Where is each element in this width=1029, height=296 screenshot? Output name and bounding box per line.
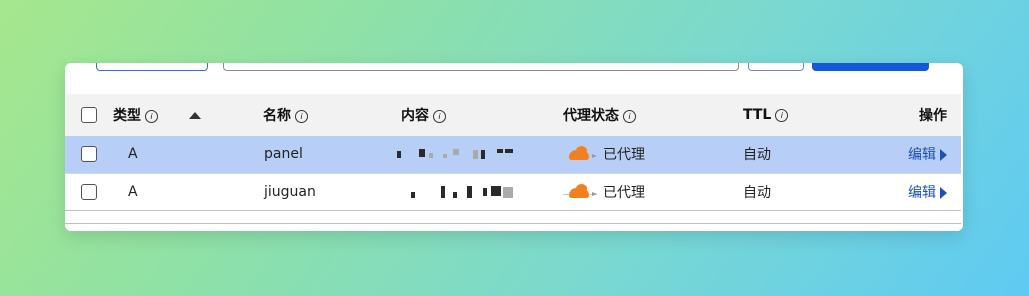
record-content	[397, 136, 563, 173]
proxy-status[interactable]: 已代理	[563, 136, 741, 173]
info-icon[interactable]: i	[775, 108, 789, 122]
type-filter-button[interactable]	[96, 63, 208, 71]
record-ttl: 自动	[743, 184, 771, 201]
table-row[interactable]: A panel 已代理 自动 编辑	[65, 136, 961, 173]
search-input[interactable]	[223, 63, 739, 71]
sort-asc-icon[interactable]	[189, 111, 201, 119]
edit-link[interactable]: 编辑	[908, 185, 947, 201]
record-ttl: 自动	[743, 147, 771, 164]
orange-cloud-icon	[563, 183, 597, 199]
search-button[interactable]	[748, 63, 804, 71]
table-header-row: 类型 i 名称 i 内容 i 代理状态 i TTL i 操作	[65, 94, 961, 136]
proxy-status[interactable]: 已代理	[563, 173, 741, 210]
redacted-content	[397, 146, 517, 162]
info-icon[interactable]: i	[295, 109, 308, 123]
redacted-content	[397, 184, 517, 200]
row-checkbox[interactable]	[81, 146, 97, 163]
dns-records-table: 类型 i 名称 i 内容 i 代理状态 i TTL i 操作 A panel 已…	[65, 94, 961, 211]
row-checkbox[interactable]	[81, 183, 97, 200]
select-all-checkbox[interactable]	[81, 107, 97, 123]
column-header-name[interactable]: 名称 i	[259, 94, 397, 136]
record-type: A	[128, 183, 138, 200]
table-row[interactable]: A jiuguan 已代理 自动 编辑	[65, 173, 961, 210]
column-header-ttl[interactable]: TTL i	[741, 94, 881, 136]
column-header-type[interactable]: 类型 i	[113, 94, 187, 136]
info-icon[interactable]: i	[623, 109, 636, 123]
caret-right-icon	[940, 186, 947, 199]
edit-link[interactable]: 编辑	[908, 147, 947, 163]
caret-right-icon	[940, 149, 947, 162]
orange-cloud-icon	[563, 146, 597, 161]
column-header-proxy-status[interactable]: 代理状态 i	[563, 94, 741, 136]
info-icon[interactable]: i	[433, 109, 446, 123]
record-type: A	[128, 146, 138, 163]
column-header-content[interactable]: 内容 i	[397, 94, 563, 136]
record-name: jiuguan	[264, 183, 316, 200]
dns-records-card: 类型 i 名称 i 内容 i 代理状态 i TTL i 操作 A panel 已…	[65, 63, 963, 231]
record-name: panel	[264, 146, 303, 163]
record-content	[397, 173, 563, 210]
info-icon[interactable]: i	[145, 109, 158, 123]
column-header-actions: 操作	[919, 108, 947, 124]
add-record-button[interactable]	[812, 63, 929, 71]
divider	[65, 223, 961, 224]
toolbar	[65, 63, 963, 71]
